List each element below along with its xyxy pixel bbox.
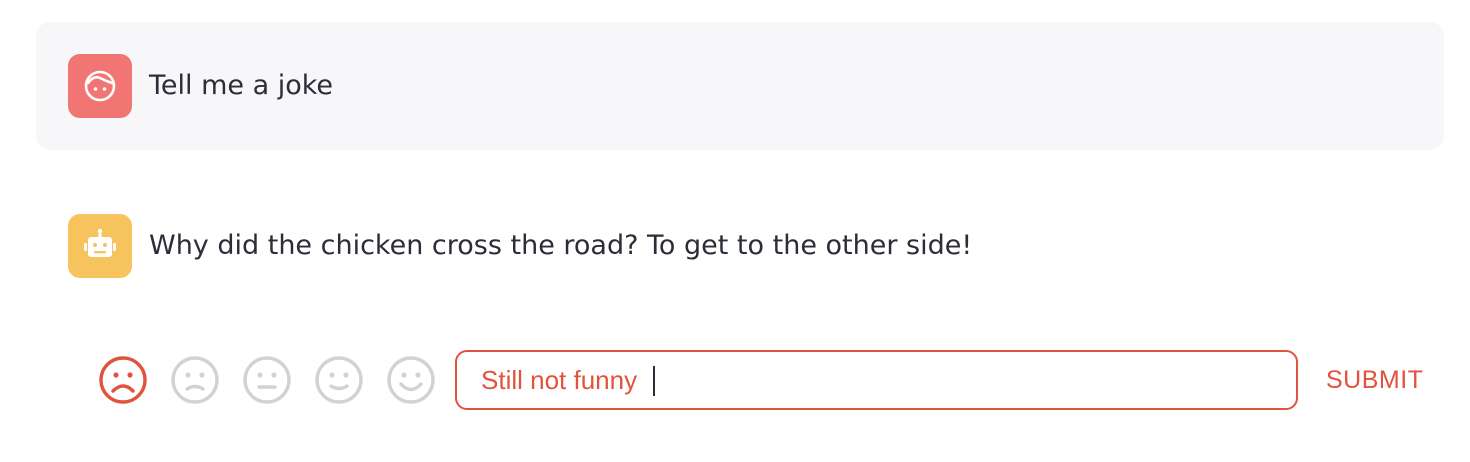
very-sad-face-icon[interactable] xyxy=(98,355,148,405)
submit-button[interactable]: SUBMIT xyxy=(1320,360,1429,400)
robot-icon xyxy=(84,228,116,257)
happy-face-icon[interactable] xyxy=(386,355,436,405)
feedback-input-container xyxy=(455,350,1298,410)
text-caret xyxy=(653,366,655,396)
user-face-icon xyxy=(84,70,116,102)
feedback-row: SUBMIT xyxy=(0,350,1470,412)
user-avatar xyxy=(68,54,132,118)
user-message-text: Tell me a joke xyxy=(149,70,334,101)
neutral-face-icon[interactable] xyxy=(242,355,292,405)
assistant-message-text: Why did the chicken cross the road? To g… xyxy=(149,230,973,261)
sad-face-icon[interactable] xyxy=(170,355,220,405)
slight-smile-face-icon[interactable] xyxy=(314,355,364,405)
feedback-text-input[interactable] xyxy=(481,352,1271,408)
chat-page: Tell me a joke Why did the chicken cross… xyxy=(0,0,1470,462)
assistant-avatar xyxy=(68,214,132,278)
